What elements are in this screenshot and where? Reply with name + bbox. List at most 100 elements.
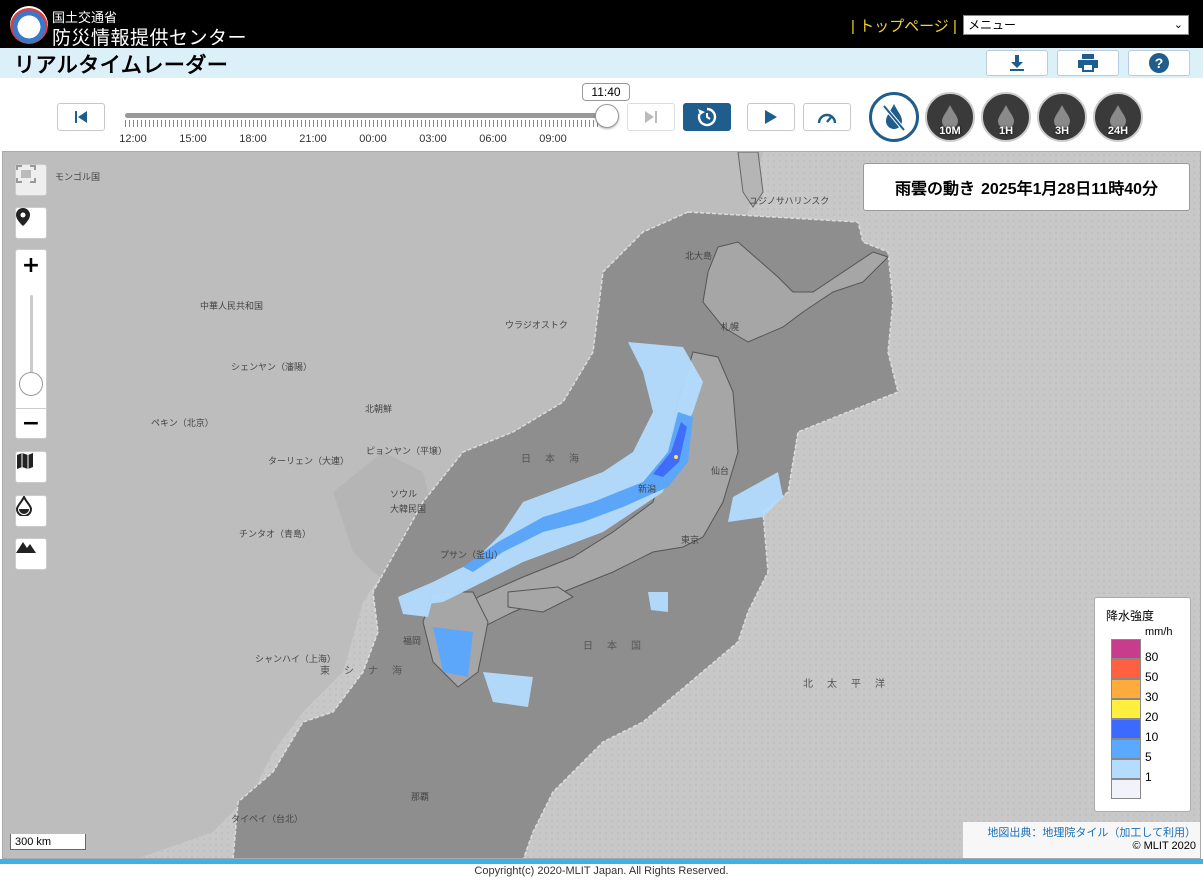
timestamp-title: 雨雲の動き — [894, 181, 975, 198]
plus-icon: + — [21, 252, 41, 278]
legend-swatch — [1111, 759, 1141, 779]
svg-text:?: ? — [1155, 55, 1164, 71]
legend-value: 5 — [1145, 750, 1152, 764]
location-button[interactable] — [15, 207, 47, 239]
top-page-link[interactable]: | トップページ | — [851, 15, 957, 36]
label-east-china-sea: 東シナ海 — [320, 666, 416, 677]
skip-to-end-button[interactable] — [627, 103, 675, 131]
legend-value: 10 — [1145, 730, 1159, 744]
label-dalian: ターリェン（大連） — [268, 456, 350, 466]
attribution-link[interactable]: 地図出典：地理院タイル（加工して利用） — [987, 827, 1196, 839]
print-icon — [1078, 54, 1098, 72]
label-china: 中華人民共和国 — [200, 301, 264, 311]
speed-button[interactable] — [803, 103, 851, 131]
zoom-slider-handle[interactable] — [19, 372, 43, 396]
attribution-copyright: © MLIT 2020 — [1132, 840, 1196, 852]
map-attribution: 地図出典：地理院タイル（加工して利用） © MLIT 2020 — [963, 822, 1200, 858]
label-tokyo: 東京 — [681, 535, 700, 545]
rain-echo-tsushima — [398, 597, 433, 617]
timestamp-value: 2025年1月28日11時40分 — [981, 181, 1159, 198]
legend-title: 降水強度 — [1106, 609, 1155, 623]
label-korea: 大韓民国 — [390, 504, 427, 514]
time-slider-ticks — [125, 120, 607, 127]
label-seoul: ソウル — [390, 489, 418, 499]
label-pacific: 北太平洋 — [803, 679, 899, 690]
map-timestamp: 雨雲の動き 2025年1月28日11時40分 — [863, 163, 1190, 211]
no-rain-icon — [882, 104, 906, 132]
map-icon — [17, 453, 33, 469]
link-separator-left: | — [851, 18, 855, 35]
time-slider-fill — [125, 113, 607, 118]
latest-button[interactable] — [683, 103, 731, 131]
time-tick-label: 15:00 — [179, 133, 207, 145]
legend-swatch — [1111, 639, 1141, 659]
scale-bar: 300 km — [10, 834, 86, 850]
map-layer-button[interactable] — [15, 451, 47, 483]
terrain-button[interactable] — [15, 538, 47, 570]
label-sakhalin: ユジノサハリンスク — [749, 196, 830, 206]
time-tick-label: 09:00 — [539, 133, 567, 145]
zoom-control: + − — [15, 249, 47, 439]
rain-echo-izu — [648, 592, 668, 612]
fullscreen-button[interactable] — [15, 164, 47, 196]
time-tick-label: 18:00 — [239, 133, 267, 145]
download-button[interactable] — [986, 50, 1048, 76]
legend-value: 1 — [1145, 770, 1152, 784]
time-slider-handle[interactable] — [595, 104, 619, 128]
legend-swatch — [1111, 699, 1141, 719]
radar-map[interactable]: モンゴル国 中華人民共和国 ウラジオストク シェンヤン（瀋陽） ペキン（北京） … — [2, 151, 1201, 859]
mlit-logo — [10, 6, 48, 44]
legend-value: 50 — [1145, 670, 1159, 684]
label-pyongyang: ピョンヤン（平壌） — [366, 446, 448, 456]
download-icon — [1010, 55, 1024, 71]
time-tick-label: 12:00 — [119, 133, 147, 145]
time-slider-tooltip: 11:40 — [582, 83, 630, 101]
print-button[interactable] — [1057, 50, 1119, 76]
refresh-clock-icon — [697, 107, 717, 127]
label-vladivostok: ウラジオストク — [505, 320, 568, 330]
top-page-link-label: トップページ — [859, 18, 949, 35]
label-fukuoka: 福岡 — [403, 636, 422, 646]
legend-value: 20 — [1145, 710, 1159, 724]
map-canvas — [3, 152, 1200, 858]
label-sapporo: 札幌 — [721, 322, 740, 332]
zoom-out-button[interactable]: − — [16, 408, 46, 438]
label-shenyang: シェンヤン（瀋陽） — [231, 362, 313, 372]
chevron-down-icon: ⌄ — [1173, 19, 1183, 31]
legend-unit: mm/h — [1145, 626, 1173, 638]
legend-swatch — [1111, 679, 1141, 699]
rain-off-button[interactable] — [869, 92, 919, 142]
link-separator-right: | — [952, 18, 957, 35]
precipitation-legend: 降水強度 mm/h 80 50 30 20 10 5 1 — [1094, 597, 1191, 812]
top-header: 国土交通省 防災情報提供センター | トップページ | メニュー ⌄ — [0, 0, 1203, 49]
menu-select[interactable]: メニュー ⌄ — [963, 15, 1189, 35]
label-wakkanai: 北大島 — [685, 251, 713, 261]
legend-swatch — [1111, 659, 1141, 679]
footer-divider — [0, 859, 1203, 864]
rain-3h-button[interactable]: 3H — [1037, 92, 1087, 142]
rain-1h-button[interactable]: 1H — [981, 92, 1031, 142]
legend-swatch — [1111, 719, 1141, 739]
skip-forward-icon — [645, 111, 657, 123]
zoom-in-button[interactable]: + — [16, 250, 46, 280]
play-button[interactable] — [747, 103, 795, 131]
legend-swatch — [1111, 739, 1141, 759]
help-button[interactable]: ? — [1128, 50, 1190, 76]
label-naha: 那覇 — [411, 792, 430, 802]
rain-10m-button[interactable]: 10M — [925, 92, 975, 142]
time-tick-label: 00:00 — [359, 133, 387, 145]
label-qingdao: チンタオ（青島） — [239, 529, 312, 539]
label-japan-sea: 日本海 — [521, 454, 593, 465]
legend-value: 80 — [1145, 650, 1159, 664]
label-niigata: 新潟 — [638, 484, 657, 494]
label-busan: プサン（釜山） — [440, 550, 504, 560]
label-taipei: タイペイ（台北） — [231, 814, 304, 824]
time-tick-label: 03:00 — [419, 133, 447, 145]
rain-24h-button[interactable]: 24H — [1093, 92, 1143, 142]
rain-layer-button[interactable] — [15, 495, 47, 527]
drop-icon — [16, 496, 32, 516]
skip-to-start-button[interactable] — [57, 103, 105, 131]
time-tick-label: 06:00 — [479, 133, 507, 145]
legend-swatch — [1111, 779, 1141, 799]
app-root: 国土交通省 防災情報提供センター | トップページ | メニュー ⌄ リアルタイ… — [0, 0, 1203, 881]
